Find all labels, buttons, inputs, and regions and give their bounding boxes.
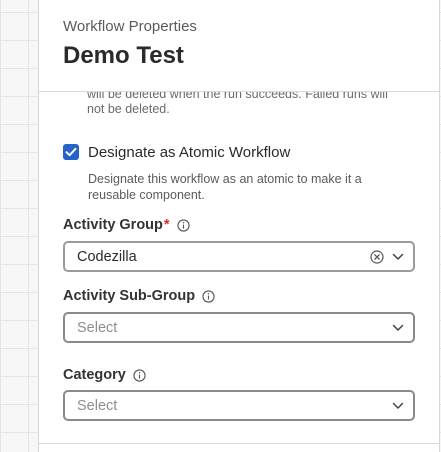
cleanup-note-line-1: will be deleted when the run succeeds. F… bbox=[87, 92, 388, 101]
chevron-down-icon[interactable] bbox=[392, 253, 404, 261]
panel-header: Workflow Properties Demo Test bbox=[39, 0, 439, 92]
panel-subtitle: Workflow Properties bbox=[63, 18, 197, 35]
category-label-text: Category bbox=[63, 367, 126, 383]
category-label: Category bbox=[63, 367, 146, 383]
atomic-workflow-checkbox[interactable] bbox=[63, 144, 79, 160]
required-marker: * bbox=[163, 217, 170, 233]
section-divider bbox=[39, 443, 439, 444]
workflow-title: Demo Test bbox=[63, 42, 184, 69]
activity-sub-group-label-text: Activity Sub-Group bbox=[63, 288, 196, 304]
activity-group-select[interactable]: Codezilla bbox=[63, 241, 415, 272]
activity-group-label-text: Activity Group bbox=[63, 217, 163, 233]
activity-sub-group-label: Activity Sub-Group bbox=[63, 288, 215, 304]
category-select[interactable]: Select bbox=[63, 390, 415, 421]
atomic-workflow-option[interactable]: Designate as Atomic Workflow bbox=[63, 143, 290, 161]
atomic-help-line-2: reusable component. bbox=[88, 188, 205, 202]
atomic-workflow-label[interactable]: Designate as Atomic Workflow bbox=[88, 144, 290, 161]
cleanup-note-line-2: not be deleted. bbox=[87, 102, 170, 116]
activity-sub-group-placeholder: Select bbox=[77, 319, 118, 336]
atomic-workflow-help: Designate this workflow as an atomic to … bbox=[88, 171, 408, 203]
checkmark-icon bbox=[65, 147, 77, 157]
info-icon[interactable] bbox=[176, 218, 190, 232]
info-icon[interactable] bbox=[202, 289, 215, 303]
category-placeholder: Select bbox=[77, 397, 118, 414]
activity-sub-group-select[interactable]: Select bbox=[63, 312, 415, 343]
workflow-properties-panel: Workflow Properties Demo Test will be de… bbox=[38, 0, 440, 452]
chevron-down-icon[interactable] bbox=[392, 324, 404, 332]
atomic-help-line-1: Designate this workflow as an atomic to … bbox=[88, 172, 362, 186]
properties-scroll-area[interactable]: will be deleted when the run succeeds. F… bbox=[39, 92, 439, 452]
clear-icon[interactable] bbox=[370, 249, 384, 264]
chevron-down-icon[interactable] bbox=[392, 402, 404, 410]
cleanup-note: will be deleted when the run succeeds. F… bbox=[87, 92, 407, 117]
activity-group-label: Activity Group * bbox=[63, 217, 190, 233]
info-icon[interactable] bbox=[133, 368, 146, 382]
activity-group-value: Codezilla bbox=[77, 248, 137, 265]
